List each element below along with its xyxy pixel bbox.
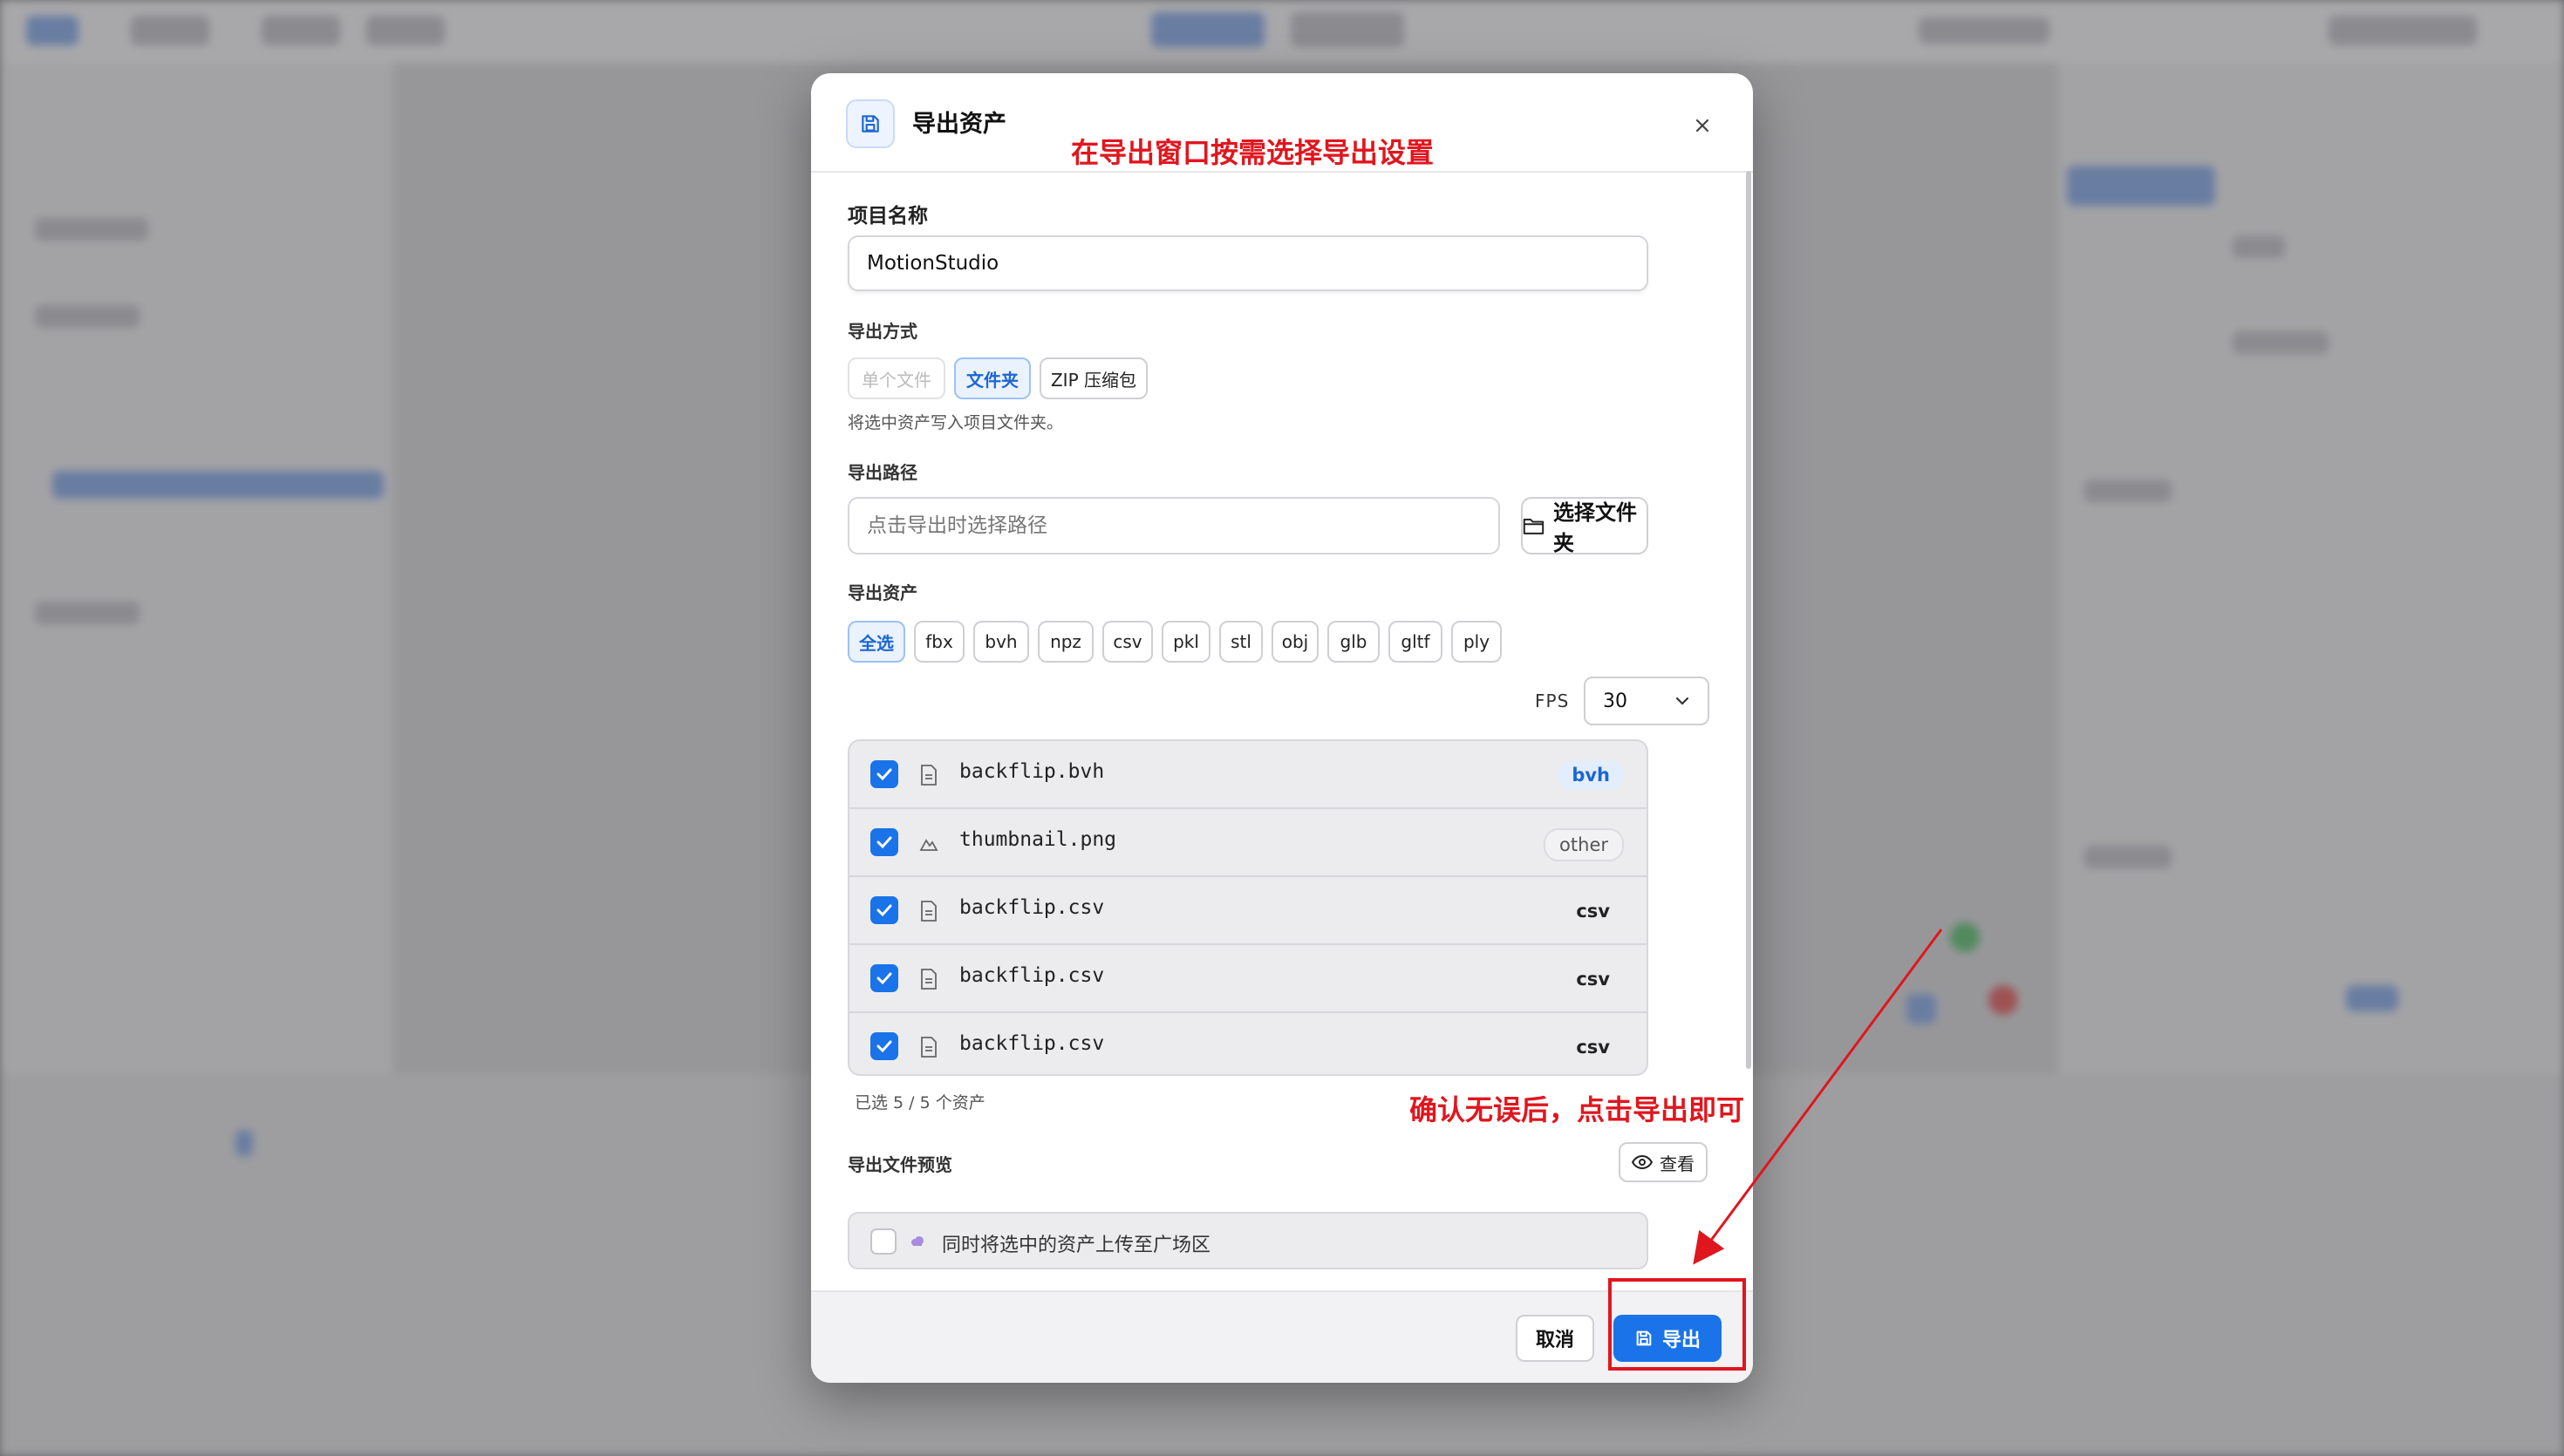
export-mode-zip[interactable]: ZIP 压缩包 [1040,357,1148,399]
preview-label: 导出文件预览 [848,1154,952,1175]
check-icon [876,1040,892,1053]
file-name: thumbnail.png [959,828,1117,851]
format-filter-gltf[interactable]: gltf [1388,621,1442,663]
export-mode-folder[interactable]: 文件夹 [954,357,1031,399]
format-filter-ply[interactable]: ply [1451,621,1502,663]
dialog-title: 导出资产 [912,111,1006,138]
file-icon [921,969,937,990]
format-filter-obj[interactable]: obj [1272,621,1319,663]
check-icon [876,972,892,985]
project-name-label: 项目名称 [848,205,928,228]
file-type-badge: csv [1576,969,1610,990]
annotation-bottom: 确认无误后，点击导出即可 [1409,1093,1745,1126]
file-icon [921,1037,937,1058]
file-row[interactable]: backflip.csv csv [849,945,1647,1013]
check-icon [876,836,892,849]
annotation-top: 在导出窗口按需选择导出设置 [1071,136,1435,169]
format-filter-pkl[interactable]: pkl [1162,621,1210,663]
export-assets-label: 导出资产 [848,582,917,603]
file-icon [921,765,937,786]
file-row[interactable]: backflip.csv csv [849,877,1647,945]
export-path-input[interactable] [848,497,1500,555]
export-mode-hint: 将选中资产写入项目文件夹。 [848,413,1064,432]
upload-label: 同时将选中的资产上传至广场区 [942,1235,1211,1256]
file-type-badge: csv [1576,1037,1610,1058]
format-filter-fbx[interactable]: fbx [914,621,965,663]
check-icon [876,904,892,917]
fps-value: 30 [1603,690,1627,712]
image-icon [919,839,938,851]
upload-checkbox[interactable] [870,1228,897,1255]
fps-label: FPS [1535,691,1570,711]
file-type-badge: bvh [1558,760,1624,790]
export-mode-label: 导出方式 [848,321,917,342]
file-checkbox[interactable] [870,896,898,924]
scrollbar-thumb[interactable] [1746,171,1751,1069]
format-filter-all[interactable]: 全选 [848,621,905,663]
close-button[interactable] [1683,106,1722,145]
annotation-highlight-box [1608,1278,1746,1371]
file-name: backflip.csv [959,896,1105,919]
asset-file-list: backflip.bvh bvh thumbnail.png other bac… [848,739,1648,1076]
file-type-badge: other [1544,828,1624,861]
format-filter-csv[interactable]: csv [1102,621,1153,663]
format-filter-glb[interactable]: glb [1327,621,1380,663]
file-row[interactable]: backflip.bvh bvh [849,741,1647,809]
file-type-badge: csv [1576,901,1610,922]
cloud-icon [911,1236,924,1246]
check-icon [876,768,892,781]
fps-select[interactable]: 30 [1584,677,1709,725]
file-row[interactable]: backflip.csv csv [849,1013,1647,1074]
cancel-button[interactable]: 取消 [1516,1315,1594,1362]
export-path-label: 导出路径 [848,462,917,483]
choose-folder-button[interactable]: 选择文件夹 [1521,497,1648,555]
chevron-down-icon [1675,697,1689,705]
file-name: backflip.csv [959,964,1105,987]
file-name: backflip.bvh [959,760,1105,783]
close-icon [1695,119,1709,133]
dialog-scrollbar[interactable] [1746,171,1751,1146]
format-filter-bvh[interactable]: bvh [973,621,1029,663]
folder-icon [1523,518,1545,534]
file-icon [921,901,937,922]
view-label: 查看 [1660,1153,1695,1174]
eye-icon [1632,1155,1653,1169]
selection-count: 已选 5 / 5 个资产 [855,1093,985,1112]
export-mode-single-file[interactable]: 单个文件 [848,357,945,399]
file-row[interactable]: thumbnail.png other [849,809,1647,877]
export-assets-dialog: 导出资产 项目名称 导出方式 单个文件 文件夹 ZIP 压缩包 将选中资产写入项… [811,73,1753,1383]
file-checkbox[interactable] [870,760,898,788]
view-preview-button[interactable]: 查看 [1619,1142,1708,1182]
file-name: backflip.csv [959,1032,1105,1055]
file-checkbox[interactable] [870,1032,898,1060]
format-filter-npz[interactable]: npz [1038,621,1094,663]
file-checkbox[interactable] [870,828,898,856]
save-icon [846,99,895,148]
file-checkbox[interactable] [870,964,898,992]
choose-folder-label: 选择文件夹 [1552,500,1637,555]
project-name-input[interactable] [848,235,1648,291]
format-filter-stl[interactable]: stl [1219,621,1263,663]
upload-option[interactable]: 同时将选中的资产上传至广场区 [848,1212,1648,1269]
